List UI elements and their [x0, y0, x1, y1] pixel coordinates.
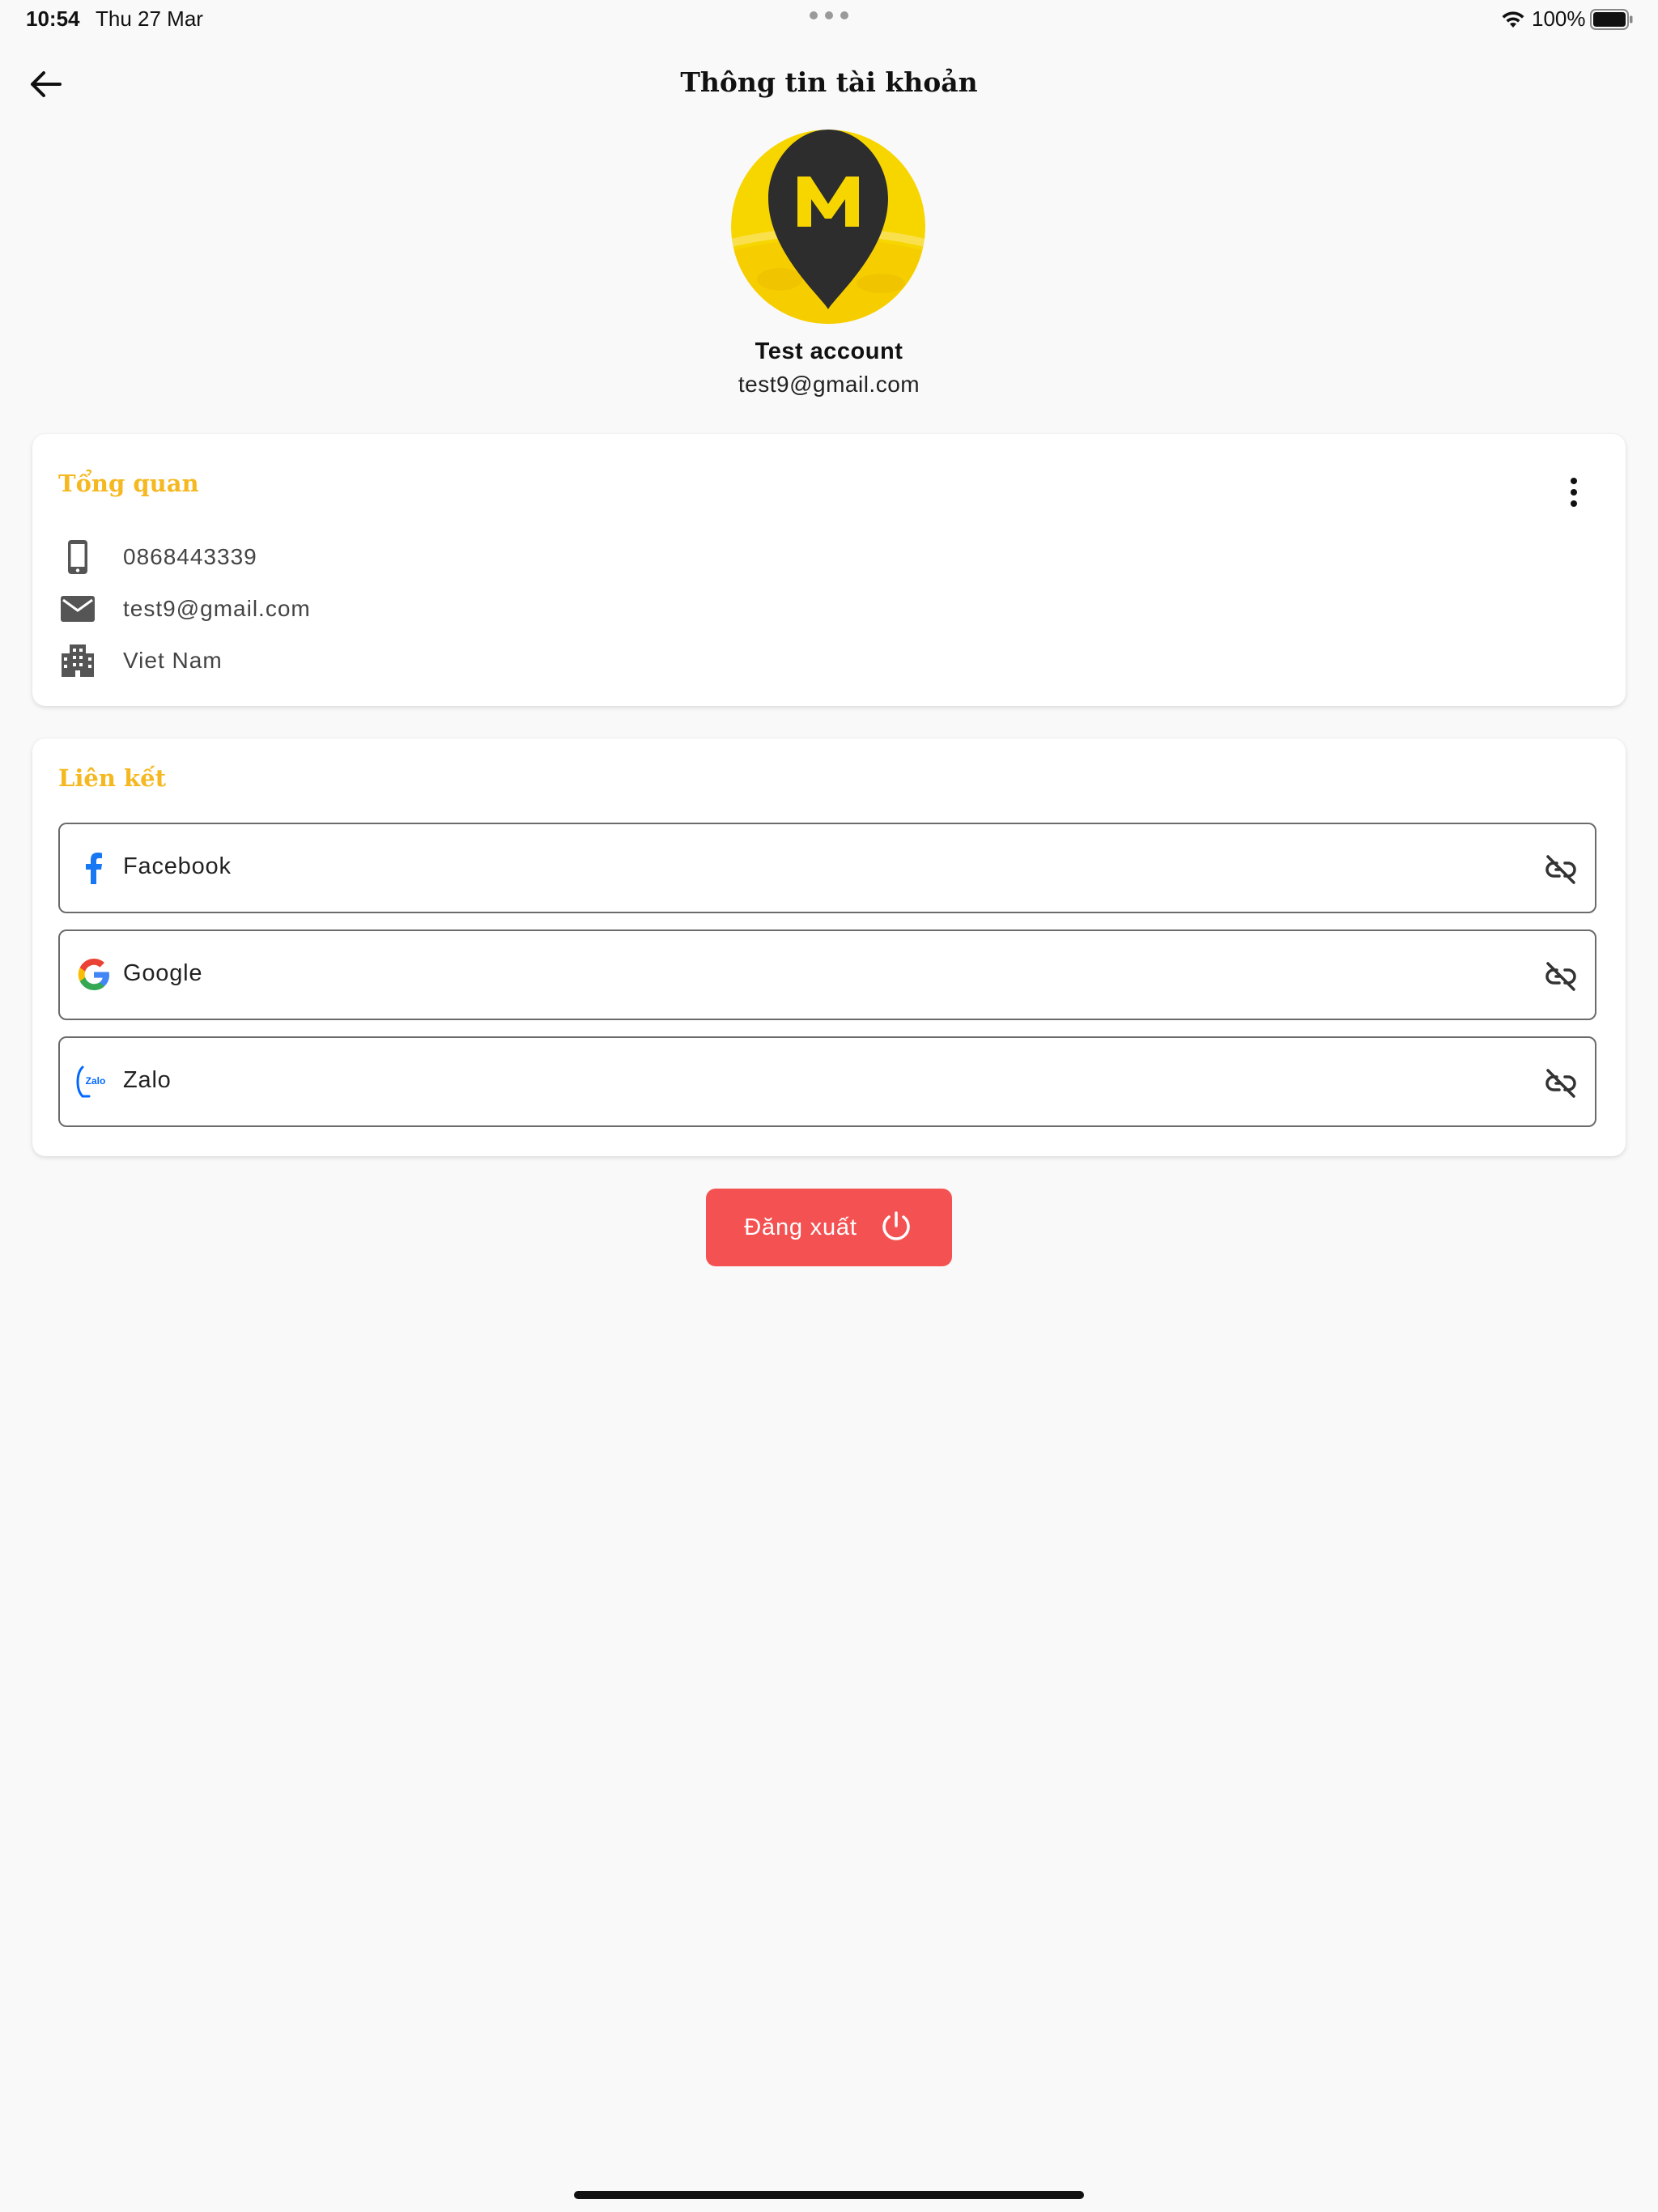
link-label-zalo: Zalo	[123, 1067, 172, 1093]
phone-number: 0868443339	[123, 544, 257, 569]
email-value: test9@gmail.com	[123, 596, 311, 621]
profile-email: test9@gmail.com	[738, 372, 920, 397]
wifi-icon	[1502, 11, 1524, 28]
building-icon	[62, 644, 94, 677]
overview-title: Tổng quan	[58, 470, 199, 497]
battery-percentage: 100%	[1532, 6, 1586, 31]
link-off-icon[interactable]	[1543, 959, 1579, 994]
link-off-icon[interactable]	[1543, 852, 1579, 887]
more-vertical-icon[interactable]	[1551, 470, 1596, 515]
phone-icon	[68, 540, 87, 574]
zalo-icon-text: Zalo	[86, 1075, 106, 1087]
power-icon	[882, 1211, 910, 1240]
logout-label: Đăng xuất	[744, 1214, 857, 1240]
profile-name: Test account	[755, 338, 903, 364]
link-off-icon[interactable]	[1543, 1066, 1579, 1101]
link-label-facebook: Facebook	[123, 853, 232, 879]
status-time: 10:54	[26, 6, 80, 31]
logout-button[interactable]: Đăng xuất	[706, 1189, 952, 1266]
multitasking-dots-icon[interactable]	[810, 11, 848, 21]
page-title: Thông tin tài khoản	[680, 66, 978, 98]
link-label-google: Google	[123, 960, 203, 986]
overview-card	[32, 434, 1626, 706]
facebook-icon	[86, 853, 102, 884]
link-row-google[interactable]: Google	[58, 929, 1596, 1020]
country-value: Viet Nam	[123, 648, 223, 673]
status-date: Thu 27 Mar	[96, 6, 203, 31]
battery-icon	[1590, 9, 1633, 30]
links-title: Liên kết	[58, 764, 166, 792]
avatar	[731, 130, 925, 324]
home-indicator	[574, 2191, 1084, 2199]
link-row-facebook[interactable]: Facebook	[58, 823, 1596, 913]
google-icon	[78, 959, 109, 990]
link-row-zalo[interactable]: Zalo Zalo	[58, 1036, 1596, 1127]
zalo-icon: Zalo	[76, 1066, 106, 1098]
mail-icon	[61, 596, 95, 622]
map-pin-logo-icon	[731, 130, 925, 324]
